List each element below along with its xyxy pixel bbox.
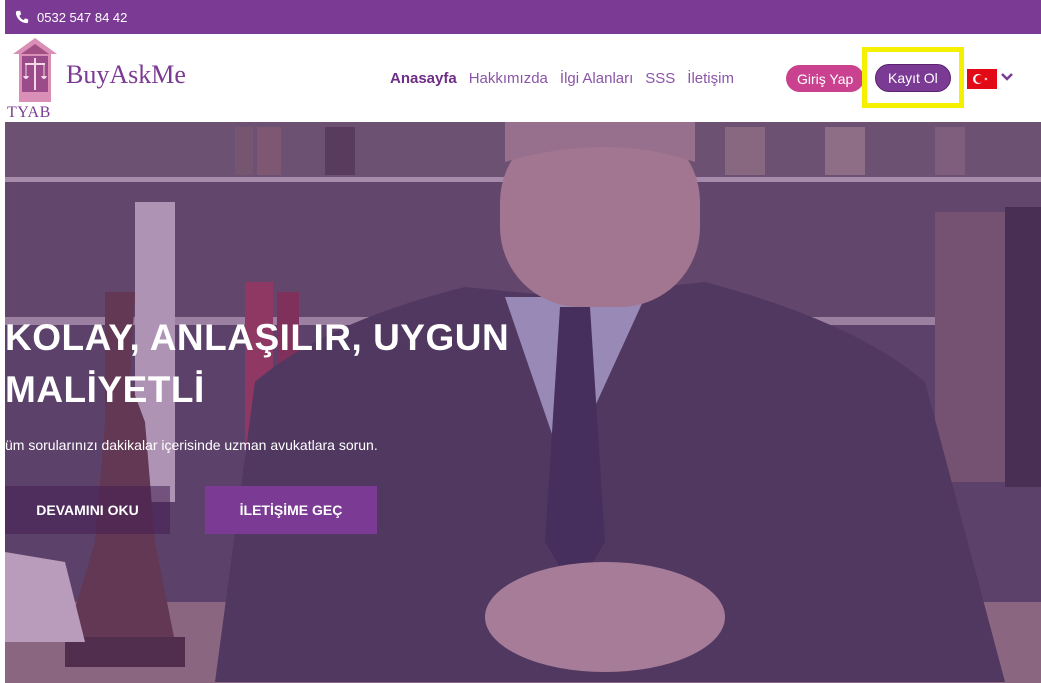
hero-title-line-1: KOLAY, ANLAŞILIR, UYGUN bbox=[5, 317, 510, 358]
phone-number[interactable]: 0532 547 84 42 bbox=[37, 10, 127, 25]
scales-emblem-icon bbox=[13, 38, 57, 102]
phone-icon bbox=[15, 10, 29, 24]
nav-ilgi-alanlari[interactable]: İlgi Alanları bbox=[560, 70, 633, 87]
nav-hakkimizda[interactable]: Hakkımızda bbox=[469, 70, 548, 87]
nav-sss[interactable]: SSS bbox=[645, 70, 675, 87]
hero-title: KOLAY, ANLAŞILIR, UYGUN MALİYETLİ bbox=[5, 312, 625, 416]
chevron-down-icon[interactable] bbox=[1001, 72, 1013, 82]
contact-button[interactable]: İLETİŞİME GEÇ bbox=[205, 486, 377, 534]
turkey-flag-icon[interactable] bbox=[967, 69, 997, 89]
main-menu: Anasayfa Hakkımızda İlgi Alanları SSS İl… bbox=[390, 67, 746, 89]
main-navbar: BuyAskMe TYAB Anasayfa Hakkımızda İlgi A… bbox=[5, 34, 1041, 122]
nav-iletisim[interactable]: İletişim bbox=[687, 70, 734, 87]
site-logo[interactable]: BuyAskMe TYAB bbox=[7, 36, 207, 121]
hero-subtitle: üm sorularınızı dakikalar içerisinde uzm… bbox=[5, 437, 378, 453]
hero-section: KOLAY, ANLAŞILIR, UYGUN MALİYETLİ üm sor… bbox=[5, 122, 1041, 683]
login-button[interactable]: Giriş Yap bbox=[786, 65, 865, 92]
top-contact-bar: 0532 547 84 42 bbox=[5, 0, 1041, 34]
brand-tagline: TYAB bbox=[7, 104, 51, 121]
read-more-button[interactable]: DEVAMINI OKU bbox=[5, 486, 170, 534]
hero-title-line-2: MALİYETLİ bbox=[5, 369, 205, 410]
register-button[interactable]: Kayıt Ol bbox=[875, 64, 951, 92]
nav-anasayfa[interactable]: Anasayfa bbox=[390, 70, 457, 87]
brand-name: BuyAskMe bbox=[66, 60, 186, 89]
